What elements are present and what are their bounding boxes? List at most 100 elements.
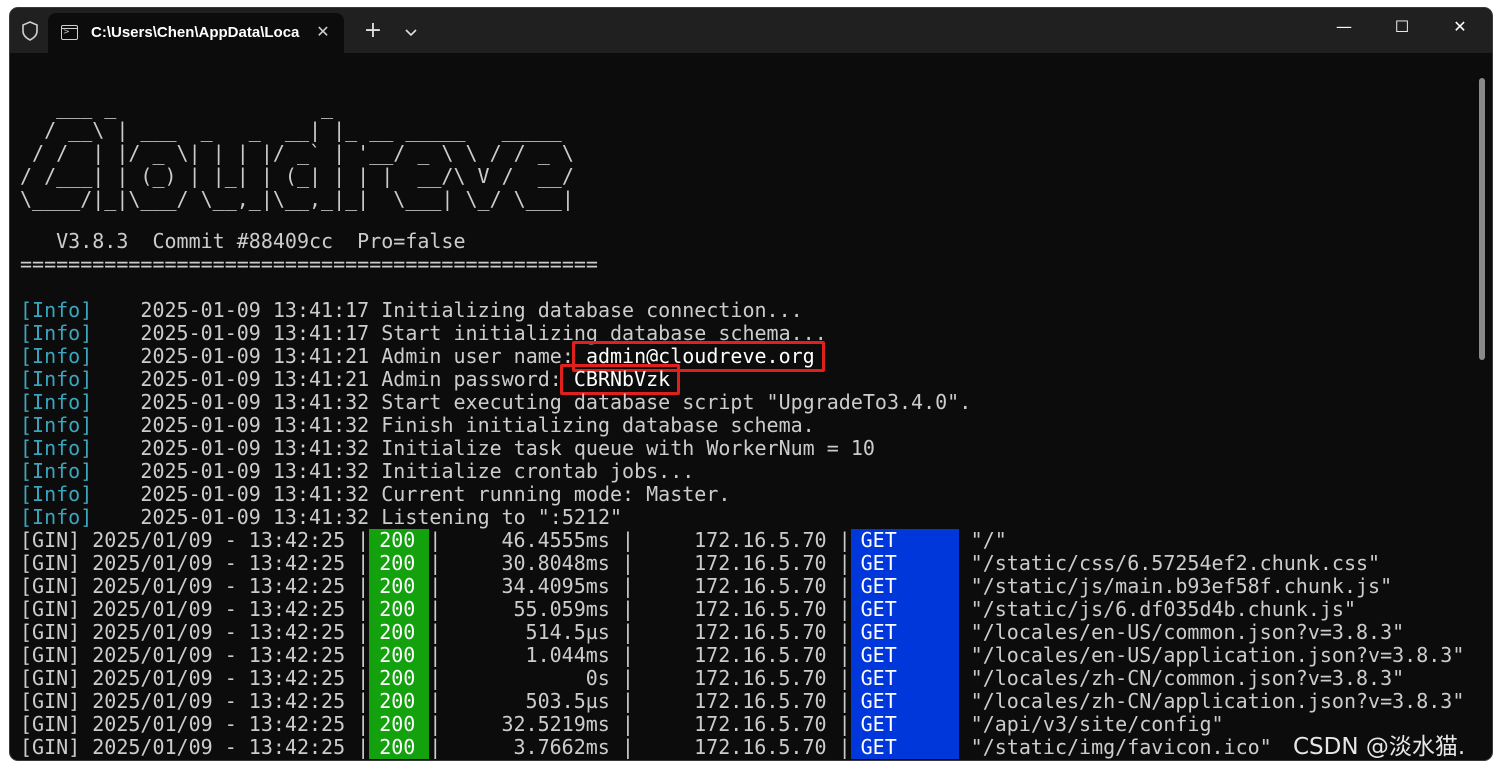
gin-prefix: [GIN] 2025/01/09 - 13:42:25 | [20, 712, 370, 736]
gin-prefix: [GIN] 2025/01/09 - 13:42:25 | [20, 620, 370, 644]
new-tab-button[interactable]: + [360, 20, 386, 42]
method-badge: GET [850, 690, 959, 713]
status-badge: 200 [369, 713, 430, 736]
info-message: 2025-01-09 13:41:32 Finish initializing … [92, 413, 815, 437]
gin-log-line: [GIN] 2025/01/09 - 13:42:25 | 200 | 32.521… [20, 713, 1224, 736]
request-path: "/locales/zh-CN/application.json?v=3.8.3… [958, 689, 1465, 713]
admin-password-value[interactable]: CBRNbVzk [559, 364, 681, 395]
shield-icon[interactable] [18, 19, 42, 43]
status-badge: 200 [369, 529, 430, 552]
gin-log-line: [GIN] 2025/01/09 - 13:42:25 | 200 | 3.7662… [20, 736, 1272, 759]
info-tag: [Info] [20, 505, 93, 529]
method-badge: GET [850, 529, 959, 552]
tab-terminal[interactable]: C:\Users\Chen\AppData\Loca ✕ [48, 13, 344, 53]
info-log-line: [Info] 2025-01-09 13:41:21 Admin passwor… [20, 364, 681, 395]
gin-log-line: [GIN] 2025/01/09 - 13:42:25 | 200 | 46.455… [20, 529, 1007, 552]
request-path: "/static/js/6.df035d4b.chunk.js" [958, 597, 1356, 621]
gin-latency-ip: | 0s | 172.16.5.70 | [429, 666, 851, 690]
tab-close-icon[interactable]: ✕ [313, 22, 333, 42]
gin-prefix: [GIN] 2025/01/09 - 13:42:25 | [20, 643, 370, 667]
info-log-line: [Info] 2025-01-09 13:41:32 Initialize cr… [20, 460, 694, 483]
info-log-line: [Info] 2025-01-09 13:41:17 Initializing … [20, 299, 803, 322]
info-message: 2025-01-09 13:41:32 Initialize task queu… [92, 436, 875, 460]
gin-latency-ip: | 34.4095ms | 172.16.5.70 | [429, 574, 851, 598]
gin-latency-ip: | 1.044ms | 172.16.5.70 | [429, 643, 851, 667]
method-badge: GET [850, 575, 959, 598]
gin-log-line: [GIN] 2025/01/09 - 13:42:25 | 200 | 30.804… [20, 552, 1380, 575]
request-path: "/api/v3/site/config" [958, 712, 1224, 736]
method-badge: GET [850, 552, 959, 575]
request-path: "/static/js/main.b93ef58f.chunk.js" [958, 574, 1393, 598]
request-path: "/static/img/favicon.ico" [958, 735, 1272, 759]
request-path: "/locales/zh-CN/common.json?v=3.8.3" [958, 666, 1405, 690]
gin-latency-ip: | 30.8048ms | 172.16.5.70 | [429, 551, 851, 575]
info-message: 2025-01-09 13:41:32 Start executing data… [92, 390, 972, 414]
status-badge: 200 [369, 598, 430, 621]
info-tag: [Info] [20, 390, 93, 414]
info-message: 2025-01-09 13:41:32 Listening to ":5212" [92, 505, 623, 529]
info-log-line: [Info] 2025-01-09 13:41:32 Current runni… [20, 483, 730, 506]
gin-prefix: [GIN] 2025/01/09 - 13:42:25 | [20, 689, 370, 713]
gin-log-line: [GIN] 2025/01/09 - 13:42:25 | 200 | 34.409… [20, 575, 1392, 598]
method-badge: GET [850, 598, 959, 621]
maximize-button[interactable]: ☐ [1373, 8, 1431, 48]
method-badge: GET [850, 713, 959, 736]
method-badge: GET [850, 736, 959, 759]
method-badge: GET [850, 621, 959, 644]
info-tag: [Info] [20, 413, 93, 437]
request-path: "/static/css/6.57254ef2.chunk.css" [958, 551, 1381, 575]
gin-prefix: [GIN] 2025/01/09 - 13:42:25 | [20, 597, 370, 621]
gin-latency-ip: | 503.5µs | 172.16.5.70 | [429, 689, 851, 713]
info-message: 2025-01-09 13:41:32 Initialize crontab j… [92, 459, 695, 483]
status-badge: 200 [369, 667, 430, 690]
terminal-icon [61, 25, 78, 40]
gin-prefix: [GIN] 2025/01/09 - 13:42:25 | [20, 666, 370, 690]
gin-prefix: [GIN] 2025/01/09 - 13:42:25 | [20, 528, 370, 552]
ascii-banner: ___ _ _ / __\ | ___ _ _ __| |_ __ _____ … [20, 95, 574, 211]
request-path: "/locales/en-US/common.json?v=3.8.3" [958, 620, 1405, 644]
info-log-line: [Info] 2025-01-09 13:41:32 Listening to … [20, 506, 622, 529]
gin-log-line: [GIN] 2025/01/09 - 13:42:25 | 200 | 503.5µ… [20, 690, 1464, 713]
status-badge: 200 [369, 552, 430, 575]
gin-latency-ip: | 46.4555ms | 172.16.5.70 | [429, 528, 851, 552]
gin-log-line: [GIN] 2025/01/09 - 13:42:25 | 200 | 1.044m… [20, 644, 1464, 667]
info-tag: [Info] [20, 436, 93, 460]
chevron-down-icon[interactable] [400, 21, 422, 43]
watermark: CSDN @淡水猫. [1293, 734, 1466, 760]
title-bar: C:\Users\Chen\AppData\Loca ✕ + — ☐ ✕ [10, 8, 1492, 53]
info-tag: [Info] [20, 321, 93, 345]
gin-latency-ip: | 55.059ms | 172.16.5.70 | [429, 597, 851, 621]
status-badge: 200 [369, 736, 430, 759]
status-badge: 200 [369, 575, 430, 598]
info-tag: [Info] [20, 482, 93, 506]
gin-latency-ip: | 514.5µs | 172.16.5.70 | [429, 620, 851, 644]
method-badge: GET [850, 644, 959, 667]
tab-title: C:\Users\Chen\AppData\Loca [91, 24, 300, 41]
info-log-line: [Info] 2025-01-09 13:41:32 Initialize ta… [20, 437, 875, 460]
status-badge: 200 [369, 621, 430, 644]
info-tag: [Info] [20, 344, 93, 368]
version-line: V3.8.3 Commit #88409cc Pro=false [20, 229, 466, 253]
info-log-line: [Info] 2025-01-09 13:41:32 Start executi… [20, 391, 971, 414]
scrollbar[interactable] [1479, 78, 1485, 360]
info-log-line: [Info] 2025-01-09 13:41:32 Finish initia… [20, 414, 815, 437]
gin-log-line: [GIN] 2025/01/09 - 13:42:25 | 200 | 514.5µ… [20, 621, 1404, 644]
status-badge: 200 [369, 644, 430, 667]
terminal-output[interactable]: ___ _ _ / __\ | ___ _ _ __| |_ __ _____ … [10, 53, 1492, 760]
gin-prefix: [GIN] 2025/01/09 - 13:42:25 | [20, 735, 370, 759]
gin-log-line: [GIN] 2025/01/09 - 13:42:25 | 200 | 55.059… [20, 598, 1356, 621]
separator-line: ========================================… [20, 253, 598, 276]
gin-latency-ip: | 32.5219ms | 172.16.5.70 | [429, 712, 851, 736]
gin-latency-ip: | 3.7662ms | 172.16.5.70 | [429, 735, 851, 759]
terminal-window: C:\Users\Chen\AppData\Loca ✕ + — ☐ ✕ ___… [10, 8, 1492, 760]
info-message: 2025-01-09 13:41:17 Initializing databas… [92, 298, 803, 322]
method-badge: GET [850, 667, 959, 690]
close-button[interactable]: ✕ [1431, 8, 1489, 48]
info-tag: [Info] [20, 459, 93, 483]
status-badge: 200 [369, 690, 430, 713]
minimize-button[interactable]: — [1315, 8, 1373, 48]
request-path: "/" [958, 528, 1007, 552]
gin-prefix: [GIN] 2025/01/09 - 13:42:25 | [20, 574, 370, 598]
request-path: "/locales/en-US/application.json?v=3.8.3… [958, 643, 1465, 667]
info-log-line: [Info] 2025-01-09 13:41:21 Admin user na… [20, 341, 825, 372]
